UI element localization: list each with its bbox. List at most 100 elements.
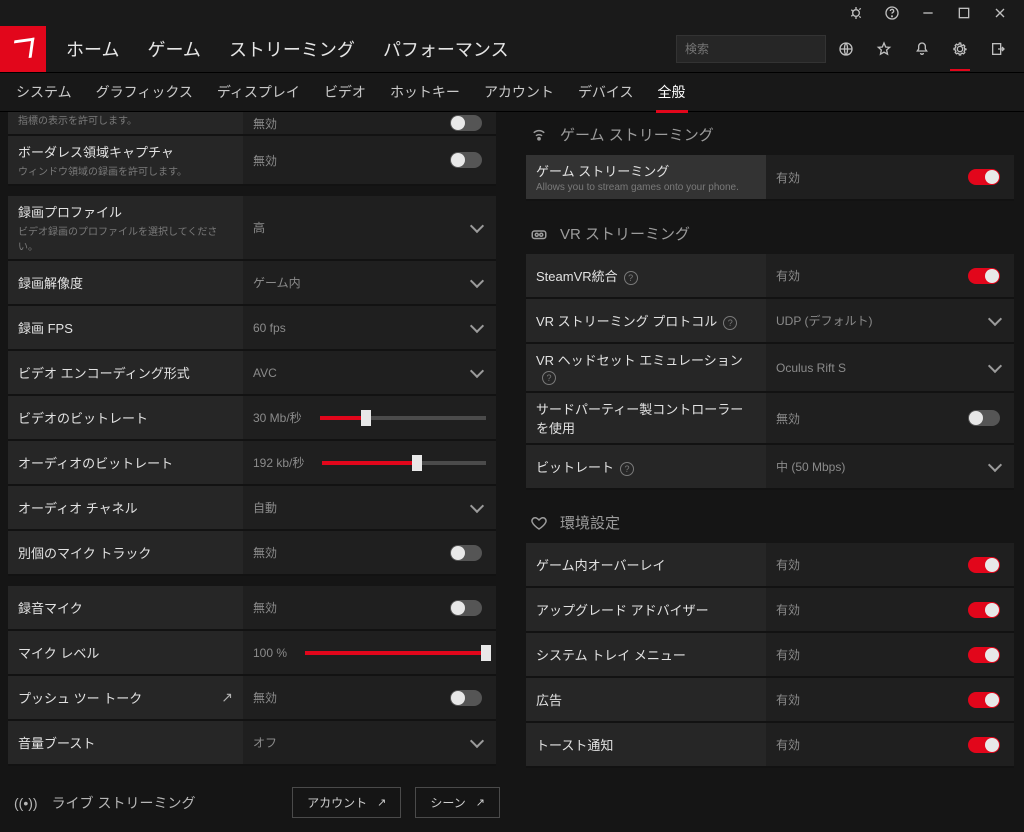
toggle[interactable] (968, 268, 1000, 284)
share-icon[interactable]: ↗ (221, 689, 233, 706)
toggle[interactable] (450, 545, 482, 561)
tab-account[interactable]: アカウント (482, 72, 556, 112)
help-icon[interactable]: ? (723, 316, 737, 330)
reset-icon[interactable] (1006, 74, 1010, 110)
slider[interactable] (320, 416, 486, 420)
search-input[interactable] (685, 42, 840, 56)
dropdown[interactable]: Oculus Rift S (766, 344, 1014, 391)
setting-row: 指標の表示を許可します。無効 (8, 112, 496, 136)
toggle[interactable] (968, 647, 1000, 663)
dropdown[interactable]: AVC (243, 351, 496, 394)
broadcast-icon: ((•)) (14, 795, 38, 811)
account-button[interactable]: アカウント↗ (292, 787, 401, 818)
tab-display[interactable]: ディスプレイ (215, 72, 302, 112)
value-text: 無効 (253, 599, 277, 616)
maximize-icon[interactable] (956, 5, 972, 21)
exit-icon[interactable] (990, 41, 1006, 57)
settings-icon[interactable] (952, 41, 968, 57)
value-text: ゲーム内 (253, 274, 301, 291)
value-text: AVC (253, 366, 277, 380)
toggle-field: 有効 (766, 254, 1014, 297)
setting-label: サードパーティー製コントローラーを使用 (526, 393, 766, 443)
help-icon[interactable]: ? (624, 271, 638, 285)
toggle[interactable] (450, 115, 482, 131)
dropdown[interactable]: オフ (243, 721, 496, 764)
tab-general[interactable]: 全般 (656, 72, 688, 112)
settings-subtabs: システム グラフィックス ディスプレイ ビデオ ホットキー アカウント デバイス… (0, 72, 1024, 112)
toggle[interactable] (450, 152, 482, 168)
toggle-field: 無効 (243, 136, 496, 184)
toggle[interactable] (968, 410, 1000, 426)
slider[interactable] (305, 651, 486, 655)
help-icon[interactable]: ? (620, 462, 634, 476)
setting-label: オーディオのビットレート (8, 441, 243, 484)
tab-video[interactable]: ビデオ (322, 72, 368, 112)
setting-row: 広告有効 (526, 678, 1014, 723)
setting-row: VR ストリーミング プロトコル?UDP (デフォルト) (526, 299, 1014, 344)
setting-label: 録画解像度 (8, 261, 243, 304)
setting-row: ボーダレス領域キャプチャウィンドウ領域の録画を許可します。無効 (8, 136, 496, 186)
live-streaming-bar: ((•)) ライブ ストリーミング アカウント↗ シーン↗ (8, 775, 502, 832)
setting-label: システム トレイ メニュー (526, 633, 766, 676)
nav-home[interactable]: ホーム (66, 36, 119, 62)
slider[interactable] (322, 461, 486, 465)
setting-row: 別個のマイク トラック無効 (8, 531, 496, 576)
value-text: 無効 (776, 410, 800, 427)
toggle-field: 無効 (766, 393, 1014, 443)
setting-label: 広告 (526, 678, 766, 721)
dropdown[interactable]: 中 (50 Mbps) (766, 445, 1014, 488)
toggle-field: 無効 (243, 112, 496, 134)
setting-row: アップグレード アドバイザー有効 (526, 588, 1014, 633)
nav-streaming[interactable]: ストリーミング (229, 36, 355, 62)
minimize-icon[interactable] (920, 5, 936, 21)
scene-button[interactable]: シーン↗ (415, 787, 500, 818)
slider-field: 100 % (243, 631, 496, 674)
setting-label: VR ストリーミング プロトコル? (526, 299, 766, 342)
toggle[interactable] (968, 557, 1000, 573)
help-icon[interactable] (884, 5, 900, 21)
tab-hotkey[interactable]: ホットキー (388, 72, 462, 112)
value-text: Oculus Rift S (776, 361, 846, 375)
dropdown[interactable]: UDP (デフォルト) (766, 299, 1014, 342)
toggle[interactable] (968, 169, 1000, 185)
close-icon[interactable] (992, 5, 1008, 21)
setting-row: ビットレート?中 (50 Mbps) (526, 445, 1014, 490)
toggle-field: 無効 (243, 676, 496, 719)
setting-label: オーディオ チャネル (8, 486, 243, 529)
tab-device[interactable]: デバイス (576, 72, 636, 112)
toggle[interactable] (968, 602, 1000, 618)
nav-perf[interactable]: パフォーマンス (383, 36, 509, 62)
toggle[interactable] (968, 737, 1000, 753)
toggle[interactable] (968, 692, 1000, 708)
tab-graphics[interactable]: グラフィックス (94, 72, 195, 112)
dropdown[interactable]: ゲーム内 (243, 261, 496, 304)
value-text: 有効 (776, 646, 800, 663)
setting-label: プッシュ ツー トーク↗ (8, 676, 243, 719)
value-text: 有効 (776, 556, 800, 573)
value-text: 無効 (253, 115, 277, 132)
nav-game[interactable]: ゲーム (147, 36, 200, 62)
setting-label: 録画プロファイルビデオ録画のプロファイルを選択してください。 (8, 196, 243, 259)
toggle[interactable] (450, 600, 482, 616)
bug-icon[interactable] (848, 5, 864, 21)
star-icon[interactable] (876, 41, 892, 57)
bell-icon[interactable] (914, 41, 930, 57)
dropdown[interactable]: 高 (243, 196, 496, 259)
tab-system[interactable]: システム (14, 72, 74, 112)
dropdown[interactable]: 60 fps (243, 306, 496, 349)
setting-label: 録画 FPS (8, 306, 243, 349)
search-box[interactable] (676, 35, 826, 63)
toggle[interactable] (450, 690, 482, 706)
help-icon[interactable]: ? (542, 371, 556, 385)
live-title: ライブ ストリーミング (52, 793, 196, 813)
setting-label: ゲーム ストリーミングAllows you to stream games on… (526, 155, 766, 199)
setting-label: ビデオ エンコーディング形式 (8, 351, 243, 394)
toggle-field: 有効 (766, 588, 1014, 631)
globe-icon[interactable] (838, 41, 854, 57)
setting-label: マイク レベル (8, 631, 243, 674)
value-text: 有効 (776, 169, 800, 186)
setting-row: マイク レベル100 % (8, 631, 496, 676)
setting-label: ビットレート? (526, 445, 766, 488)
dropdown[interactable]: 自動 (243, 486, 496, 529)
value-text: 有効 (776, 267, 800, 284)
